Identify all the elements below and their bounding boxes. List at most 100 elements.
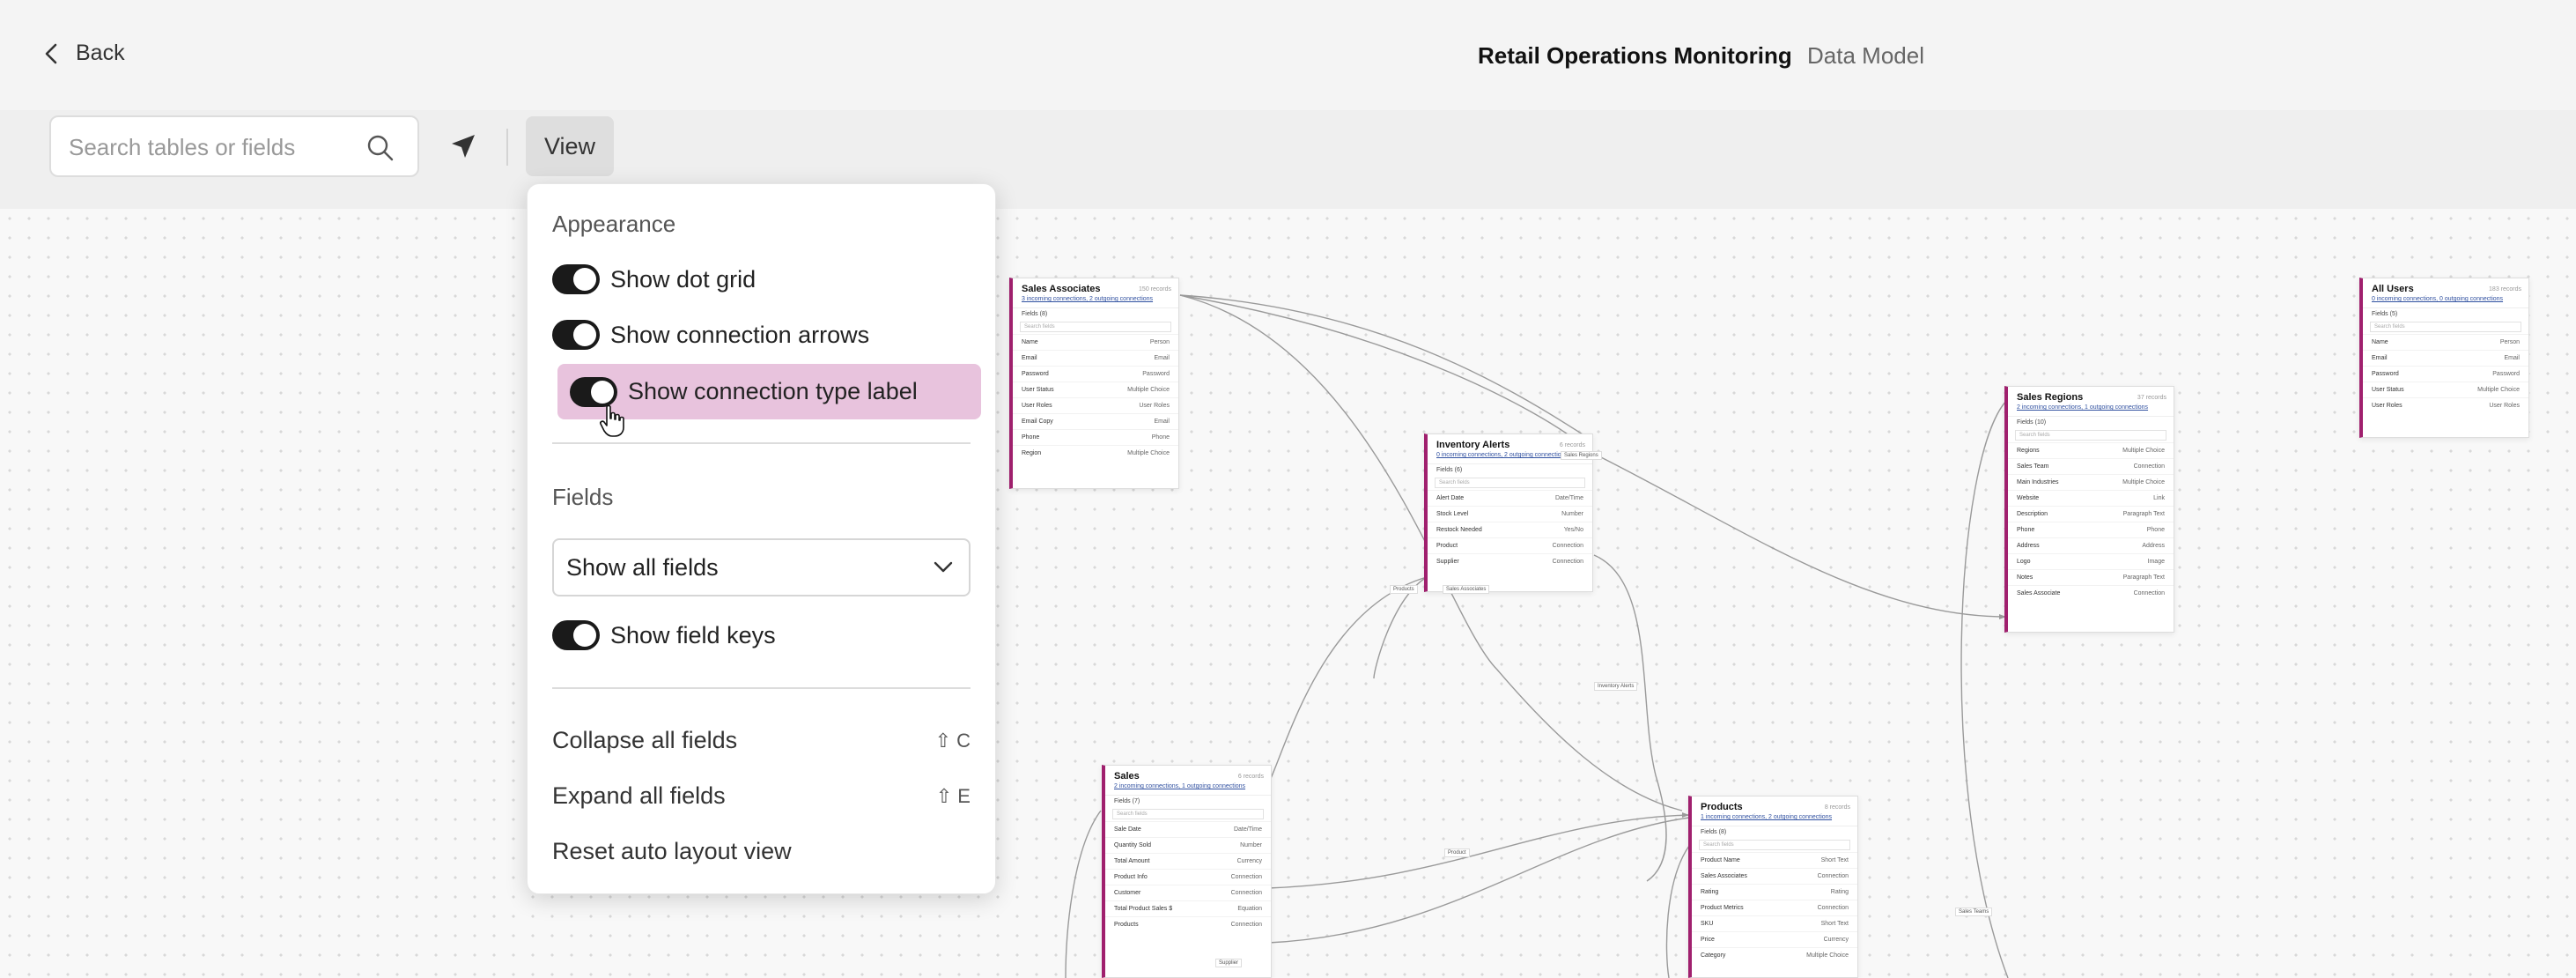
- field-type: Multiple Choice: [1127, 387, 1170, 393]
- field-row[interactable]: Restock Needed Yes/No: [1428, 522, 1592, 537]
- toggle-switch[interactable]: [552, 620, 600, 650]
- field-type: Yes/No: [1563, 527, 1583, 533]
- search-icon[interactable]: [366, 134, 395, 162]
- field-row[interactable]: Website Link: [2008, 490, 2174, 506]
- fields-header[interactable]: Fields (8): [1013, 307, 1178, 320]
- field-row[interactable]: Quantity Sold Number: [1105, 837, 1271, 853]
- field-row[interactable]: Supplier Connection: [1428, 553, 1592, 569]
- field-row[interactable]: Product Name Short Text: [1692, 852, 1857, 868]
- field-name: Restock Needed: [1436, 527, 1482, 533]
- view-button[interactable]: View: [526, 116, 614, 176]
- field-type: Connection: [1552, 559, 1583, 565]
- field-row[interactable]: Name Person: [2363, 334, 2528, 350]
- top-bar: Back Retail Operations Monitoring Data M…: [0, 0, 2576, 110]
- field-row[interactable]: Notes Paragraph Text: [2008, 569, 2174, 585]
- field-name: Category: [1701, 952, 1726, 959]
- table-card-sales[interactable]: Sales 6 records 2 incoming connections, 1…: [1102, 765, 1272, 978]
- search-input[interactable]: [69, 130, 359, 165]
- table-card-products[interactable]: Products 8 records 1 incoming connections…: [1688, 796, 1858, 978]
- field-row[interactable]: Description Paragraph Text: [2008, 506, 2174, 522]
- field-name: Price: [1701, 937, 1715, 943]
- field-row[interactable]: Email Copy Email: [1013, 413, 1178, 429]
- field-row[interactable]: Region Multiple Choice: [1013, 445, 1178, 461]
- connections-link[interactable]: 2 incoming connections, 1 outgoing conne…: [2008, 404, 2174, 411]
- fields-select[interactable]: Show all fields: [552, 538, 971, 596]
- field-row[interactable]: Regions Multiple Choice: [2008, 442, 2174, 458]
- field-row[interactable]: Sales Team Connection: [2008, 458, 2174, 474]
- field-row[interactable]: Product Connection: [1428, 537, 1592, 553]
- toggle-label: Show dot grid: [610, 265, 757, 293]
- field-name: Phone: [1022, 434, 1040, 441]
- field-type: Multiple Choice: [2122, 448, 2165, 454]
- field-name: Password: [1022, 371, 1049, 377]
- connections-link[interactable]: 0 incoming connections, 0 outgoing conne…: [2363, 296, 2528, 302]
- field-row[interactable]: User Roles User Roles: [1013, 397, 1178, 413]
- field-row[interactable]: User Status Multiple Choice: [2363, 382, 2528, 397]
- table-card-all-users[interactable]: All Users 183 records 0 incoming connecti…: [2359, 278, 2529, 438]
- reset-auto-layout-view[interactable]: Reset auto layout view: [552, 838, 971, 865]
- back-button[interactable]: Back: [42, 41, 125, 66]
- fields-header[interactable]: Fields (10): [2008, 416, 2174, 428]
- field-row[interactable]: SKU Short Text: [1692, 915, 1857, 931]
- show-dot-grid-toggle[interactable]: Show dot grid: [552, 264, 756, 294]
- field-row[interactable]: Customer Connection: [1105, 885, 1271, 900]
- field-row[interactable]: Phone Phone: [1013, 429, 1178, 445]
- edge-label: Supplier: [1215, 959, 1243, 967]
- connections-link[interactable]: 1 incoming connections, 2 outgoing conne…: [1692, 814, 1857, 820]
- table-card-sales-regions[interactable]: Sales Regions 37 records 2 incoming conne…: [2004, 386, 2174, 633]
- field-row[interactable]: Product Info Connection: [1105, 869, 1271, 885]
- field-row[interactable]: Password Password: [2363, 366, 2528, 382]
- fields-header[interactable]: Fields (8): [1692, 826, 1857, 838]
- field-row[interactable]: Rating Rating: [1692, 884, 1857, 900]
- show-connection-arrows-toggle[interactable]: Show connection arrows: [552, 320, 869, 350]
- field-row[interactable]: Password Password: [1013, 366, 1178, 382]
- field-search[interactable]: Search fields: [1020, 322, 1171, 332]
- field-type: Connection: [2133, 590, 2165, 596]
- field-row[interactable]: Main Industries Multiple Choice: [2008, 474, 2174, 490]
- field-type: Number: [1561, 511, 1583, 517]
- field-row[interactable]: Email Email: [1013, 350, 1178, 366]
- table-card-sales-associates[interactable]: Sales Associates 150 records 3 incoming c…: [1009, 278, 1179, 489]
- field-row[interactable]: Phone Phone: [2008, 522, 2174, 537]
- field-search[interactable]: Search fields: [2015, 430, 2166, 441]
- field-row[interactable]: Stock Level Number: [1428, 506, 1592, 522]
- field-search[interactable]: Search fields: [1435, 478, 1585, 488]
- connections-link[interactable]: 3 incoming connections, 2 outgoing conne…: [1013, 296, 1178, 302]
- fields-header[interactable]: Fields (6): [1428, 463, 1592, 476]
- collapse-all-fields[interactable]: Collapse all fields ⇧ C: [552, 727, 971, 754]
- field-search[interactable]: Search fields: [2370, 322, 2521, 332]
- pointer-tool-icon[interactable]: [447, 130, 479, 162]
- field-row[interactable]: Category Multiple Choice: [1692, 947, 1857, 963]
- field-search[interactable]: Search fields: [1112, 809, 1264, 819]
- field-row[interactable]: Product Metrics Connection: [1692, 900, 1857, 915]
- field-name: Total Product Sales $: [1114, 906, 1173, 912]
- toggle-switch[interactable]: [552, 320, 600, 350]
- show-field-keys-toggle[interactable]: Show field keys: [552, 620, 776, 650]
- field-row[interactable]: Sales Associate Connection: [2008, 585, 2174, 601]
- field-row[interactable]: Email Email: [2363, 350, 2528, 366]
- field-row[interactable]: Address Address: [2008, 537, 2174, 553]
- toggle-switch[interactable]: [570, 376, 617, 407]
- diagram-canvas[interactable]: [0, 209, 2576, 978]
- field-type: Date/Time: [1233, 826, 1262, 833]
- field-type: Connection: [1552, 543, 1583, 549]
- field-row[interactable]: Logo Image: [2008, 553, 2174, 569]
- field-row[interactable]: Total Amount Currency: [1105, 853, 1271, 869]
- field-row[interactable]: Sale Date Date/Time: [1105, 821, 1271, 837]
- fields-header[interactable]: Fields (7): [1105, 795, 1271, 807]
- connections-link[interactable]: 2 incoming connections, 1 outgoing conne…: [1105, 783, 1271, 789]
- fields-header[interactable]: Fields (5): [2363, 307, 2528, 320]
- field-row[interactable]: Price Currency: [1692, 931, 1857, 947]
- field-row[interactable]: User Status Multiple Choice: [1013, 382, 1178, 397]
- field-row[interactable]: Total Product Sales $ Equation: [1105, 900, 1271, 916]
- field-name: Password: [2372, 371, 2399, 377]
- field-row[interactable]: Name Person: [1013, 334, 1178, 350]
- field-row[interactable]: Sales Associates Connection: [1692, 868, 1857, 884]
- field-search[interactable]: Search fields: [1699, 840, 1850, 850]
- field-row[interactable]: Alert Date Date/Time: [1428, 490, 1592, 506]
- field-row[interactable]: User Roles User Roles: [2363, 397, 2528, 413]
- edge-label: Product: [1444, 848, 1470, 857]
- field-row[interactable]: Products Connection: [1105, 916, 1271, 932]
- expand-all-fields[interactable]: Expand all fields ⇧ E: [552, 782, 971, 810]
- toggle-switch[interactable]: [552, 264, 600, 294]
